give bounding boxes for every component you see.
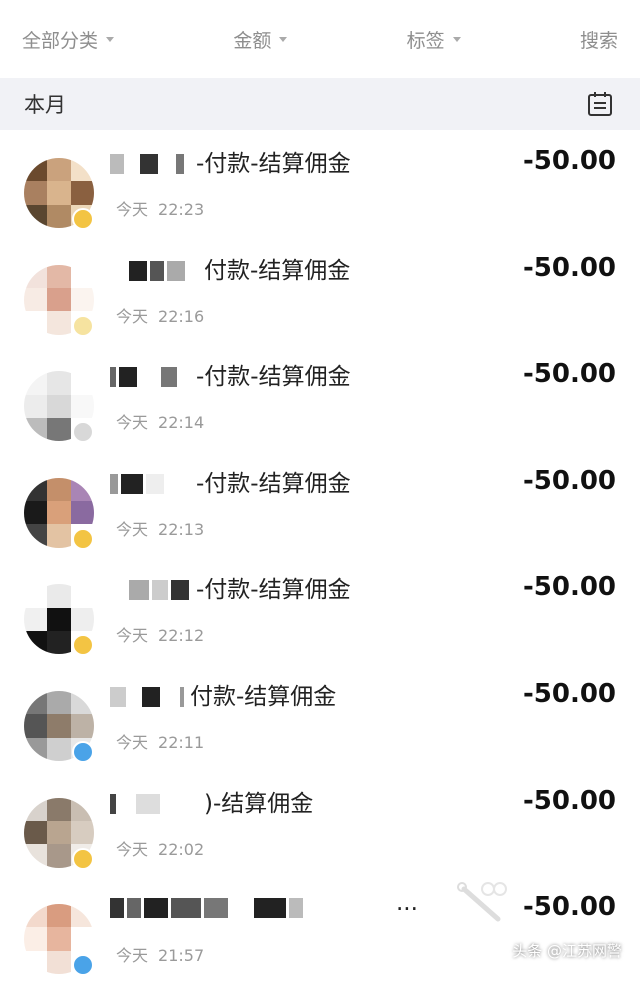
transaction-amount: -50.00: [522, 146, 616, 176]
redacted-name: [110, 792, 203, 816]
transaction-list: -付款-结算佣金 今天 22:23 -50.00 付款-结算佣金 今天 22:16 …: [0, 130, 640, 983]
transaction-time: 今天 22:02: [116, 839, 205, 859]
filter-amount-label: 金额: [233, 29, 272, 52]
magic-wand-icon: [457, 882, 507, 922]
redacted-name: [110, 152, 184, 176]
redacted-name: [110, 365, 177, 389]
filter-tag[interactable]: 标签: [407, 26, 461, 53]
month-label: 本月: [24, 93, 66, 117]
transaction-time: 今天 22:23: [116, 200, 205, 219]
transaction-time: 今天 22:14: [116, 413, 205, 433]
redacted-name: [110, 259, 185, 283]
status-badge: [72, 740, 94, 763]
status-badge: [72, 954, 94, 977]
chevron-down-icon: [279, 36, 288, 42]
transaction-amount: -50.00: [522, 785, 616, 816]
search-button[interactable]: 搜索: [580, 26, 618, 53]
transaction-title: ...: [396, 890, 418, 917]
transaction-amount: -50.00: [522, 572, 616, 603]
chevron-down-icon: [452, 36, 461, 42]
transaction-title: -付款-结算佣金: [196, 470, 351, 497]
chevron-down-icon: [106, 36, 115, 42]
watermark: 头条 @江苏网警: [512, 940, 622, 961]
transaction-title: )-结算佣金: [204, 790, 314, 817]
status-badge: [72, 527, 94, 550]
filter-bar: 全部分类 金额 标签 搜索: [0, 0, 640, 78]
status-badge: [72, 421, 94, 444]
transaction-time: 今天 22:16: [116, 306, 205, 326]
filter-category-label: 全部分类: [22, 29, 99, 52]
filter-category[interactable]: 全部分类: [22, 26, 115, 53]
transaction-title: 付款-结算佣金: [204, 257, 351, 284]
transaction-time: 今天 21:57: [116, 946, 205, 966]
filter-amount[interactable]: 金额: [233, 26, 288, 53]
status-badge: [72, 314, 94, 337]
transaction-title: -付款-结算佣金: [196, 151, 351, 177]
month-header: 本月: [0, 78, 640, 130]
transaction-amount: -50.00: [522, 252, 616, 283]
transaction-row[interactable]: 付款-结算佣金 今天 22:11 -50.00: [0, 663, 640, 770]
redacted-name: [110, 896, 303, 920]
transaction-amount: -50.00: [522, 892, 616, 923]
transaction-time: 今天 22:13: [116, 519, 205, 539]
transaction-row[interactable]: -付款-结算佣金 今天 22:14 -50.00: [0, 343, 640, 450]
transaction-time: 今天 22:11: [116, 732, 205, 752]
redacted-name: [110, 685, 184, 709]
transaction-time: 今天 22:12: [116, 626, 205, 646]
status-badge: [72, 634, 94, 657]
transaction-amount: -50.00: [522, 359, 616, 390]
transaction-title: 付款-结算佣金: [190, 683, 337, 710]
transaction-amount: -50.00: [522, 678, 616, 709]
transaction-title: -付款-结算佣金: [196, 577, 351, 604]
status-badge: [72, 847, 94, 870]
transaction-title: -付款-结算佣金: [196, 364, 351, 391]
transaction-row[interactable]: -付款-结算佣金 今天 22:12 -50.00: [0, 556, 640, 663]
calendar-icon[interactable]: [586, 90, 614, 118]
filter-tag-label: 标签: [406, 29, 445, 52]
watermark-text: 头条 @江苏网警: [512, 942, 622, 960]
transaction-row[interactable]: -付款-结算佣金 今天 22:23 -50.00: [0, 130, 640, 237]
redacted-name: [110, 472, 164, 496]
redacted-name: [110, 578, 189, 602]
status-badge: [72, 208, 94, 230]
transaction-row[interactable]: )-结算佣金 今天 22:02 -50.00: [0, 770, 640, 877]
transaction-row[interactable]: -付款-结算佣金 今天 22:13 -50.00: [0, 450, 640, 557]
transaction-row[interactable]: 付款-结算佣金 今天 22:16 -50.00: [0, 237, 640, 344]
search-label: 搜索: [579, 29, 618, 52]
transaction-amount: -50.00: [522, 465, 616, 496]
